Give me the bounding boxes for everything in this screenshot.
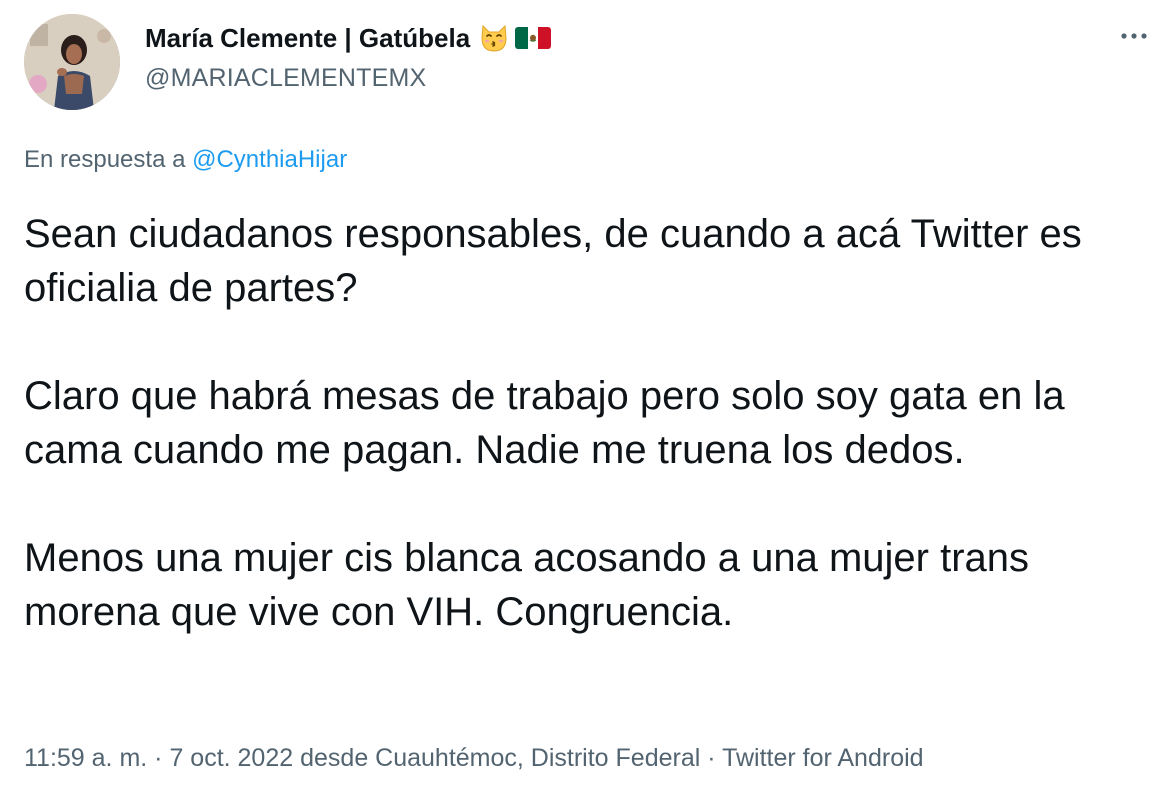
- tweet: María Clemente | Gatúbela @MARIACLEMENTE…: [0, 0, 1174, 794]
- author-handle[interactable]: @MARIACLEMENTEMX: [145, 64, 426, 93]
- meta-separator: ·: [700, 744, 723, 772]
- tweet-source-link[interactable]: Twitter for Android: [722, 744, 923, 772]
- tweet-location-link[interactable]: desde Cuauhtémoc, Distrito Federal: [293, 744, 700, 772]
- tweet-paragraph: Sean ciudadanos responsables, de cuando …: [24, 212, 1082, 310]
- kissing-cat-emoji-icon: [481, 24, 507, 52]
- tweet-paragraph: Menos una mujer cis blanca acosando a un…: [24, 536, 1029, 634]
- tweet-time-link[interactable]: 11:59 a. m.: [24, 744, 147, 772]
- tweet-text: Sean ciudadanos responsables, de cuando …: [24, 207, 1134, 639]
- more-horizontal-icon[interactable]: [1118, 26, 1154, 46]
- reply-prefix: En respuesta a: [24, 146, 186, 173]
- author-name-row[interactable]: María Clemente | Gatúbela: [145, 22, 552, 54]
- avatar-image: [24, 14, 120, 110]
- reply-context: En respuesta a @CynthiaHijar: [24, 146, 347, 174]
- author-display-name[interactable]: María Clemente | Gatúbela: [145, 23, 470, 54]
- tweet-metadata: 11:59 a. m. · 7 oct. 2022 desde Cuauhtém…: [24, 744, 924, 773]
- meta-separator: ·: [147, 744, 170, 772]
- avatar[interactable]: [24, 14, 120, 110]
- tweet-date-link[interactable]: 7 oct. 2022: [169, 744, 293, 772]
- tweet-paragraph: Claro que habrá mesas de trabajo pero so…: [24, 374, 1065, 472]
- mexico-flag-icon: [515, 27, 552, 49]
- reply-to-handle-link[interactable]: @CynthiaHijar: [192, 146, 347, 173]
